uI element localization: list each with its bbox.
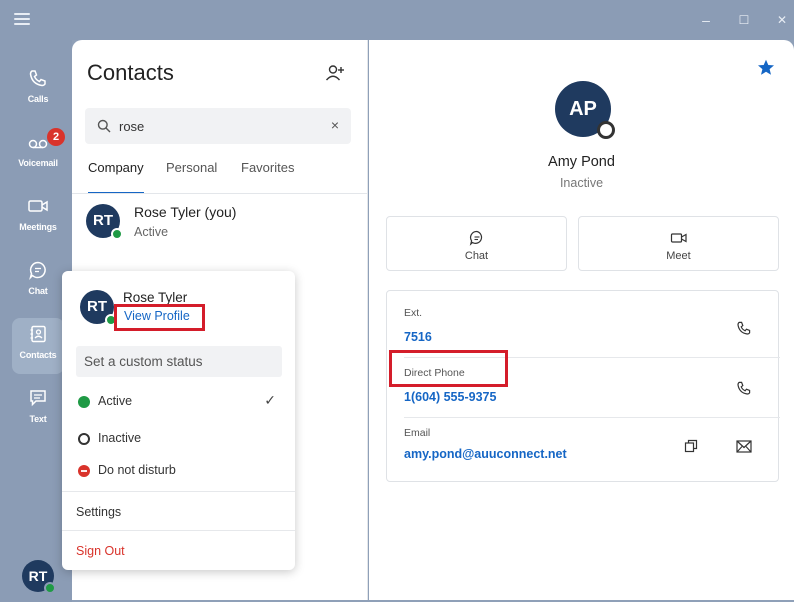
status-option-label: Active bbox=[98, 394, 133, 408]
nav-calls[interactable]: Calls bbox=[12, 62, 64, 118]
video-icon bbox=[670, 233, 687, 243]
contact-avatar: AP bbox=[555, 81, 615, 139]
nav-text[interactable]: Text bbox=[12, 382, 64, 438]
ext-label: Ext. bbox=[404, 307, 423, 319]
checkmark-icon: ✓ bbox=[264, 392, 276, 408]
avatar-initials: AP bbox=[569, 98, 597, 120]
contact-status: Inactive bbox=[559, 176, 604, 190]
contact-name: Amy Pond bbox=[548, 154, 615, 170]
nav-meetings[interactable]: Meetings bbox=[12, 190, 64, 246]
meet-button[interactable]: Meet bbox=[578, 216, 779, 271]
nav-chat-label: Chat bbox=[28, 286, 48, 296]
chat-button[interactable]: Chat bbox=[386, 216, 567, 271]
divider bbox=[72, 193, 368, 194]
contact-status: Active bbox=[134, 225, 169, 239]
status-option-label: Do not disturb bbox=[98, 463, 176, 477]
user-initials: RT bbox=[28, 568, 48, 584]
meet-button-label: Meet bbox=[666, 250, 691, 262]
presence-active-indicator bbox=[111, 228, 123, 240]
search-input[interactable] bbox=[119, 116, 319, 136]
copy-icon[interactable] bbox=[684, 439, 698, 453]
contacts-title: Contacts bbox=[87, 60, 174, 85]
status-option-inactive[interactable]: Inactive bbox=[76, 429, 282, 451]
user-name: Rose Tyler bbox=[123, 290, 188, 305]
direct-phone-label: Direct Phone bbox=[404, 367, 465, 379]
favorite-star-icon[interactable] bbox=[757, 59, 775, 81]
inactive-status-icon bbox=[78, 433, 90, 445]
nav-voicemail-label: Voicemail bbox=[18, 158, 58, 168]
chat-icon bbox=[12, 260, 64, 284]
contact-search-box: × bbox=[85, 108, 351, 144]
tab-company[interactable]: Company bbox=[88, 160, 144, 175]
view-profile-link[interactable]: View Profile bbox=[114, 304, 205, 331]
direct-phone-value[interactable]: 1(604) 555-9375 bbox=[404, 390, 496, 404]
avatar: RT bbox=[86, 204, 123, 240]
contact-detail-panel: AP Amy Pond Inactive Chat Meet Ext. 7516… bbox=[369, 40, 794, 600]
status-option-active[interactable]: Active ✓ bbox=[76, 392, 282, 414]
text-message-icon bbox=[12, 388, 64, 412]
avatar-initials: RT bbox=[93, 212, 113, 229]
nav-contacts-label: Contacts bbox=[19, 350, 57, 360]
divider bbox=[62, 530, 295, 531]
current-user-avatar[interactable]: RT bbox=[22, 560, 56, 594]
tab-favorites[interactable]: Favorites bbox=[241, 160, 294, 175]
avatar: RT bbox=[80, 290, 117, 326]
contact-info-card: Ext. 7516 Direct Phone 1(604) 555-9375 E… bbox=[386, 290, 780, 482]
status-option-dnd[interactable]: Do not disturb bbox=[76, 461, 282, 483]
presence-popup-menu: RT Rose Tyler View Profile Active ✓ Inac… bbox=[62, 271, 295, 570]
call-ext-phone-icon[interactable] bbox=[736, 320, 752, 336]
call-direct-phone-icon[interactable] bbox=[736, 380, 752, 396]
sign-out-menu-item[interactable]: Sign Out bbox=[76, 544, 125, 558]
presence-inactive-indicator bbox=[597, 121, 615, 139]
maximize-button[interactable]: ☐ bbox=[734, 10, 754, 30]
contact-list-item[interactable]: RT Rose Tyler (you) Active bbox=[72, 200, 368, 252]
nav-calls-label: Calls bbox=[27, 94, 49, 104]
phone-icon bbox=[12, 68, 64, 92]
close-button[interactable]: ✕ bbox=[772, 10, 792, 30]
contact-name: Rose Tyler (you) bbox=[134, 204, 237, 220]
custom-status-input[interactable] bbox=[76, 346, 282, 377]
clear-search-icon[interactable]: × bbox=[331, 117, 339, 133]
active-status-icon bbox=[78, 396, 90, 408]
add-contact-icon[interactable] bbox=[324, 62, 346, 84]
voicemail-count-badge: 2 bbox=[47, 128, 65, 146]
email-label: Email bbox=[404, 427, 431, 439]
nav-meetings-label: Meetings bbox=[19, 222, 57, 232]
divider bbox=[62, 491, 295, 492]
do-not-disturb-icon bbox=[78, 465, 90, 477]
presence-active-indicator bbox=[44, 582, 56, 594]
nav-contacts[interactable]: Contacts bbox=[12, 318, 64, 374]
search-icon bbox=[97, 119, 111, 133]
settings-menu-item[interactable]: Settings bbox=[76, 505, 121, 519]
mail-icon[interactable] bbox=[736, 440, 752, 453]
avatar-initials: RT bbox=[87, 298, 107, 315]
title-bar: – ☐ ✕ bbox=[0, 0, 794, 40]
contacts-icon bbox=[12, 324, 64, 348]
tab-personal[interactable]: Personal bbox=[166, 160, 217, 175]
status-option-label: Inactive bbox=[98, 431, 142, 445]
minimize-button[interactable]: – bbox=[696, 10, 716, 30]
email-value[interactable]: amy.pond@auuconnect.net bbox=[404, 447, 567, 461]
chat-icon bbox=[469, 230, 482, 246]
video-icon bbox=[12, 196, 64, 220]
hamburger-menu-icon[interactable] bbox=[14, 13, 30, 26]
nav-voicemail[interactable]: 2 Voicemail bbox=[12, 126, 65, 182]
nav-chat[interactable]: Chat bbox=[12, 254, 64, 310]
chat-button-label: Chat bbox=[464, 250, 489, 262]
ext-value[interactable]: 7516 bbox=[404, 330, 432, 344]
divider bbox=[404, 417, 780, 418]
nav-text-label: Text bbox=[29, 414, 47, 424]
